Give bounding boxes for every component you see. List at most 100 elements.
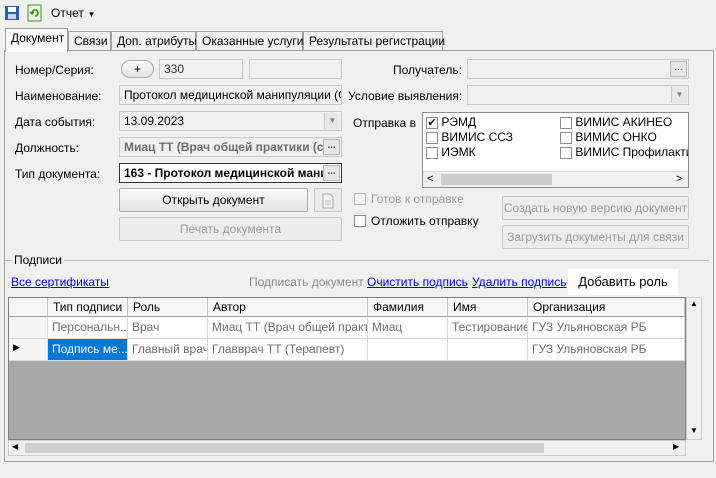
save-icon[interactable] <box>4 5 20 21</box>
tab-links[interactable]: Связи <box>68 31 111 51</box>
name-field[interactable]: Протокол медицинской манипуляции (CDA <box>119 85 342 105</box>
chevron-down-icon[interactable]: ▼ <box>671 87 687 103</box>
send-list-hscrollbar[interactable]: < > <box>423 171 688 187</box>
ellipsis-icon[interactable]: ... <box>323 139 340 155</box>
ready-checkbox[interactable] <box>354 193 366 205</box>
tab-document[interactable]: Документ <box>5 28 68 52</box>
checkbox[interactable] <box>426 146 438 159</box>
checkbox[interactable] <box>560 131 572 144</box>
send-option-remd[interactable]: ✔ РЭМД <box>426 115 476 129</box>
column-header[interactable]: Автор <box>208 298 368 317</box>
signatures-table: Тип подписи Роль Автор Фамилия Имя Орган… <box>8 297 686 440</box>
chevron-right-icon[interactable]: ▶ <box>673 442 679 451</box>
recipient-field[interactable]: ... <box>467 59 689 79</box>
column-header[interactable]: Тип подписи <box>48 298 128 317</box>
number-label: Номер/Серия: <box>15 63 94 77</box>
scroll-thumb[interactable] <box>25 443 544 453</box>
checkbox[interactable] <box>560 116 572 129</box>
report-menu[interactable]: Отчет ▾ <box>51 6 94 20</box>
tab-services[interactable]: Оказанные услуги <box>196 31 303 51</box>
condition-label: Условие выявления: <box>348 89 463 103</box>
column-header[interactable]: Организация <box>528 298 685 317</box>
option-label: ВИМИС ОНКО <box>575 130 657 144</box>
open-document-button[interactable]: Открыть документ <box>119 188 308 212</box>
tab-label: Связи <box>74 34 108 48</box>
send-option-vimis-akineo[interactable]: ВИМИС АКИНЕО <box>560 115 672 129</box>
print-document-label: Печать документа <box>179 222 282 236</box>
position-label: Должность: <box>15 141 80 155</box>
table-cell[interactable]: Миац <box>368 317 448 339</box>
all-certificates-link[interactable]: Все сертификаты <box>11 275 109 289</box>
chevron-up-icon[interactable]: ▲ <box>690 299 698 308</box>
ready-label: Готов к отправке <box>371 192 464 206</box>
position-field[interactable]: Миац ТТ (Врач общей практики (с... <box>119 137 342 157</box>
ellipsis-icon[interactable]: ... <box>670 61 687 77</box>
number-field[interactable]: 330 <box>159 59 243 79</box>
option-label: ВИМИС Профилактика <box>575 145 688 159</box>
row-header[interactable] <box>9 317 48 339</box>
chevron-down-icon[interactable]: ▼ <box>324 113 340 129</box>
chevron-left-icon[interactable]: < <box>427 173 433 185</box>
table-cell[interactable]: ГУЗ Ульяновская РБ <box>528 339 685 361</box>
document-icon <box>322 193 334 209</box>
table-hscrollbar[interactable]: ◀ ▶ <box>8 440 686 456</box>
option-label: ИЭМК <box>441 145 476 159</box>
table-cell[interactable]: ГУЗ Ульяновская РБ <box>528 317 685 339</box>
chevron-right-icon[interactable]: > <box>676 173 682 185</box>
table-cell[interactable]: Главврач ТТ (Терапевт) <box>208 339 368 361</box>
column-header[interactable]: Имя <box>448 298 528 317</box>
position-value: Миац ТТ (Врач общей практики (с <box>124 140 324 154</box>
add-role-button[interactable]: Добавить роль <box>568 269 678 295</box>
option-label: РЭМД <box>441 115 477 129</box>
column-header[interactable]: Фамилия <box>368 298 448 317</box>
defer-checkbox[interactable] <box>354 215 366 227</box>
chevron-down-icon[interactable]: ▼ <box>690 426 698 435</box>
checkbox[interactable] <box>560 146 572 159</box>
send-option-iemk[interactable]: ИЭМК <box>426 145 476 159</box>
table-cell[interactable]: Главный врач <box>128 339 208 361</box>
delete-signature-link[interactable]: Удалить подпись <box>472 275 567 289</box>
event-date-field[interactable]: 13.09.2023 ▼ <box>119 111 342 131</box>
refresh-icon[interactable] <box>27 4 43 22</box>
send-option-vimis-onko[interactable]: ВИМИС ОНКО <box>560 130 657 144</box>
tab-registration-results[interactable]: Результаты регистрации <box>303 31 446 51</box>
table-cell[interactable]: Тестирование <box>448 317 528 339</box>
table-cell[interactable]: Врач <box>128 317 208 339</box>
series-field[interactable] <box>249 59 342 79</box>
table-cell[interactable] <box>448 339 528 361</box>
tab-label: Оказанные услуги <box>202 34 304 48</box>
option-label: ВИМИС ССЗ <box>441 130 514 144</box>
report-menu-label: Отчет <box>51 6 84 20</box>
column-header[interactable]: Роль <box>128 298 208 317</box>
sign-document-link[interactable]: Подписать документ <box>249 275 364 289</box>
checkbox[interactable] <box>426 131 438 144</box>
create-version-label: Создать новую версию документ <box>503 201 688 215</box>
table-vscrollbar[interactable]: ▲ ▼ <box>686 297 702 440</box>
table-cell[interactable]: Персональн... <box>48 317 128 339</box>
doctype-label: Тип документа: <box>15 167 101 181</box>
send-option-vimis-prof[interactable]: ВИМИС Профилактика <box>560 145 688 159</box>
table-cell[interactable]: Миац ТТ (Врач общей практ... <box>208 317 368 339</box>
table-cell-selected[interactable]: Подпись ме... <box>48 339 128 361</box>
checkbox[interactable]: ✔ <box>426 116 438 129</box>
tab-extra-attributes[interactable]: Доп. атрибуты <box>111 31 197 51</box>
doctype-field[interactable]: 163 - Протокол медицинской мани... <box>119 163 342 183</box>
document-icon-button[interactable] <box>314 188 342 212</box>
send-option-vimis-ssz[interactable]: ВИМИС ССЗ <box>426 130 513 144</box>
condition-field[interactable]: ▼ <box>467 85 689 105</box>
clear-signature-link[interactable]: Очистить подпись <box>367 275 468 289</box>
chevron-left-icon[interactable]: ◀ <box>12 442 18 451</box>
print-document-button[interactable]: Печать документа <box>119 217 342 241</box>
row-header[interactable]: ▶ <box>9 339 48 361</box>
name-value: Протокол медицинской манипуляции (CDA <box>124 88 342 102</box>
scroll-thumb[interactable] <box>441 174 552 185</box>
load-documents-button[interactable]: Загрузить документы для связи <box>502 225 689 249</box>
current-row-icon: ▶ <box>13 342 20 352</box>
table-cell[interactable] <box>368 339 448 361</box>
load-documents-label: Загрузить документы для связи <box>507 230 684 244</box>
tab-label: Результаты регистрации <box>309 34 446 48</box>
create-version-button[interactable]: Создать новую версию документ <box>502 196 689 220</box>
add-number-button[interactable]: + <box>121 60 154 78</box>
ellipsis-icon[interactable]: ... <box>323 165 340 181</box>
open-document-label: Открыть документ <box>162 193 265 207</box>
